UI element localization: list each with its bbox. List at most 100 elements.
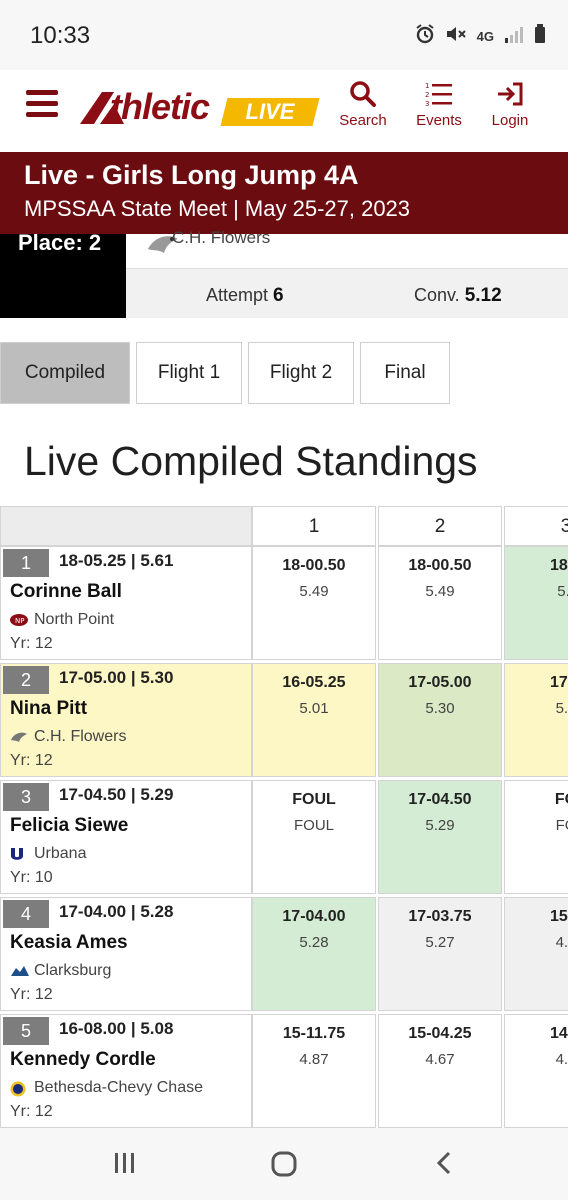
urbana-u-logo-icon bbox=[10, 847, 28, 861]
status-bar: 10:33 4G bbox=[0, 0, 568, 70]
attempt-m: 5.( bbox=[557, 583, 568, 600]
attempt-m: 4.4 bbox=[555, 1051, 568, 1068]
svg-text:2: 2 bbox=[425, 91, 429, 99]
attempt-label: Attempt bbox=[206, 285, 269, 305]
attempt-cell: 18-00.50 5.49 bbox=[252, 546, 376, 660]
attempt-cell: 15-11.75 4.87 bbox=[252, 1014, 376, 1128]
athlete-name[interactable]: Nina Pitt bbox=[10, 698, 87, 720]
section-title: Live Compiled Standings bbox=[24, 438, 478, 484]
place-badge: 4 bbox=[3, 900, 49, 928]
attempt-cell: 16-05.25 5.01 bbox=[252, 663, 376, 777]
attempt-ft: 17-04.00 bbox=[282, 908, 346, 925]
standings-tabs: Compiled Flight 1 Flight 2 Final bbox=[0, 342, 450, 406]
nav-search[interactable]: Search bbox=[328, 80, 398, 129]
attempt-ft: 15-04.25 bbox=[408, 1025, 472, 1042]
current-school: C.H. Flowers bbox=[146, 228, 271, 253]
place-badge: 1 bbox=[3, 549, 49, 577]
attempt-cell: 15-0 4.7 bbox=[504, 897, 568, 1011]
athletic-live-logo[interactable]: thletic LIVE bbox=[80, 86, 320, 128]
attempt-ft: 14-0 bbox=[549, 1025, 568, 1042]
attempt-ft: 16-05.25 bbox=[282, 674, 346, 691]
attempt-m: 4.67 bbox=[425, 1051, 455, 1068]
current-place-box: Place: 2 bbox=[0, 230, 126, 318]
table-row[interactable]: 4 17-04.00 | 5.28 Keasia Ames Clarksburg… bbox=[0, 897, 568, 1011]
tab-compiled[interactable]: Compiled bbox=[0, 342, 130, 404]
network-icon: 4G bbox=[476, 29, 494, 44]
login-icon bbox=[498, 82, 523, 106]
attempt-cell: 17-0 5.1 bbox=[504, 663, 568, 777]
attempt-ft: 18-00.50 bbox=[282, 557, 346, 574]
logo-live-badge: LIVE bbox=[220, 98, 320, 126]
attempt-cell: FOUL FOUL bbox=[252, 780, 376, 894]
logo-text: thletic bbox=[110, 86, 210, 127]
attempt-ft: FO bbox=[554, 791, 568, 808]
current-athlete-card: Place: 2 C.H. Flowers Attempt 6 Conv. 5.… bbox=[0, 228, 568, 318]
attempt-ft: 17-03.75 bbox=[408, 908, 472, 925]
home-icon[interactable] bbox=[270, 1150, 298, 1183]
school: C.H. Flowers bbox=[10, 728, 126, 746]
current-attempt: Attempt 6 bbox=[206, 285, 284, 307]
header-attempt-1: 1 bbox=[252, 506, 376, 546]
athlete-name[interactable]: Corinne Ball bbox=[10, 581, 122, 603]
athlete-info-cell: 5 16-08.00 | 5.08 Kennedy Cordle Bethesd… bbox=[0, 1014, 252, 1128]
place-badge: 3 bbox=[3, 783, 49, 811]
list-icon: 1 2 3 bbox=[425, 82, 452, 108]
attempt-m: 4.87 bbox=[299, 1051, 329, 1068]
current-place: Place: 2 bbox=[18, 230, 102, 255]
athlete-name[interactable]: Kennedy Cordle bbox=[10, 1049, 156, 1071]
svg-text:3: 3 bbox=[425, 100, 429, 108]
athlete-year: Yr: 12 bbox=[10, 1103, 53, 1120]
hamburger-menu-icon[interactable] bbox=[26, 90, 58, 118]
north-point-logo-icon: NP bbox=[10, 613, 28, 627]
attempt-cell-best: 17-04.00 5.28 bbox=[252, 897, 376, 1011]
current-school-name: C.H. Flowers bbox=[172, 228, 271, 247]
battery-icon bbox=[534, 24, 546, 49]
nav-login[interactable]: Login bbox=[475, 80, 545, 129]
school: NP North Point bbox=[10, 611, 114, 629]
best-mark: 17-05.00 | 5.30 bbox=[59, 668, 174, 687]
school-name: North Point bbox=[34, 611, 115, 628]
best-mark: 17-04.00 | 5.28 bbox=[59, 902, 174, 921]
attempt-m: 5.30 bbox=[425, 700, 455, 717]
attempt-cell-best: 17-04.50 5.29 bbox=[378, 780, 502, 894]
clarksburg-mascot-icon bbox=[10, 964, 29, 978]
attempt-ft: 15-11.75 bbox=[282, 1025, 346, 1042]
school-name: Clarksburg bbox=[34, 962, 112, 979]
table-row[interactable]: 1 18-05.25 | 5.61 Corinne Ball NP North … bbox=[0, 546, 568, 660]
tab-final[interactable]: Final bbox=[360, 342, 450, 404]
athlete-name[interactable]: Felicia Siewe bbox=[10, 815, 128, 837]
recent-apps-icon[interactable] bbox=[112, 1150, 138, 1181]
bcc-logo-icon bbox=[10, 1081, 28, 1097]
attempt-value: 6 bbox=[273, 285, 284, 306]
tab-flight-1[interactable]: Flight 1 bbox=[136, 342, 242, 404]
athlete-year: Yr: 10 bbox=[10, 869, 53, 886]
status-time: 10:33 bbox=[30, 22, 91, 49]
search-icon bbox=[350, 81, 376, 107]
header-attempt-3: 3 bbox=[504, 506, 568, 546]
athlete-info-cell: 3 17-04.50 | 5.29 Felicia Siewe Urbana Y… bbox=[0, 780, 252, 894]
athlete-name[interactable]: Keasia Ames bbox=[10, 932, 128, 954]
nav-search-label: Search bbox=[339, 112, 387, 129]
system-nav-bar bbox=[0, 1128, 568, 1200]
athlete-info-cell: 4 17-04.00 | 5.28 Keasia Ames Clarksburg… bbox=[0, 897, 252, 1011]
attempt-m: 5.27 bbox=[425, 934, 455, 951]
table-row-highlighted[interactable]: 2 17-05.00 | 5.30 Nina Pitt C.H. Flowers… bbox=[0, 663, 568, 777]
back-icon[interactable] bbox=[432, 1150, 458, 1181]
place-badge: 5 bbox=[3, 1017, 49, 1045]
athlete-year: Yr: 12 bbox=[10, 752, 53, 769]
attempt-m: FOUL bbox=[293, 817, 334, 834]
current-conversion: Conv. 5.12 bbox=[414, 285, 502, 307]
table-row[interactable]: 5 16-08.00 | 5.08 Kennedy Cordle Bethesd… bbox=[0, 1014, 568, 1128]
standings-table: 1 2 3 1 18-05.25 | 5.61 Corinne Ball NP … bbox=[0, 506, 568, 1128]
attempt-m: 5.49 bbox=[299, 583, 329, 600]
attempt-cell: 15-04.25 4.67 bbox=[378, 1014, 502, 1128]
nav-events[interactable]: 1 2 3 Events bbox=[404, 80, 474, 129]
tab-flight-2[interactable]: Flight 2 bbox=[248, 342, 354, 404]
table-row[interactable]: 3 17-04.50 | 5.29 Felicia Siewe Urbana Y… bbox=[0, 780, 568, 894]
meet-subtitle: MPSSAA State Meet | May 25-27, 2023 bbox=[24, 196, 411, 221]
attempt-cell: 17-03.75 5.27 bbox=[378, 897, 502, 1011]
attempt-m: 4.7 bbox=[555, 934, 568, 951]
header-attempt-2: 2 bbox=[378, 506, 502, 546]
hawk-mascot-icon bbox=[10, 730, 28, 744]
attempt-m: FO bbox=[555, 817, 568, 834]
